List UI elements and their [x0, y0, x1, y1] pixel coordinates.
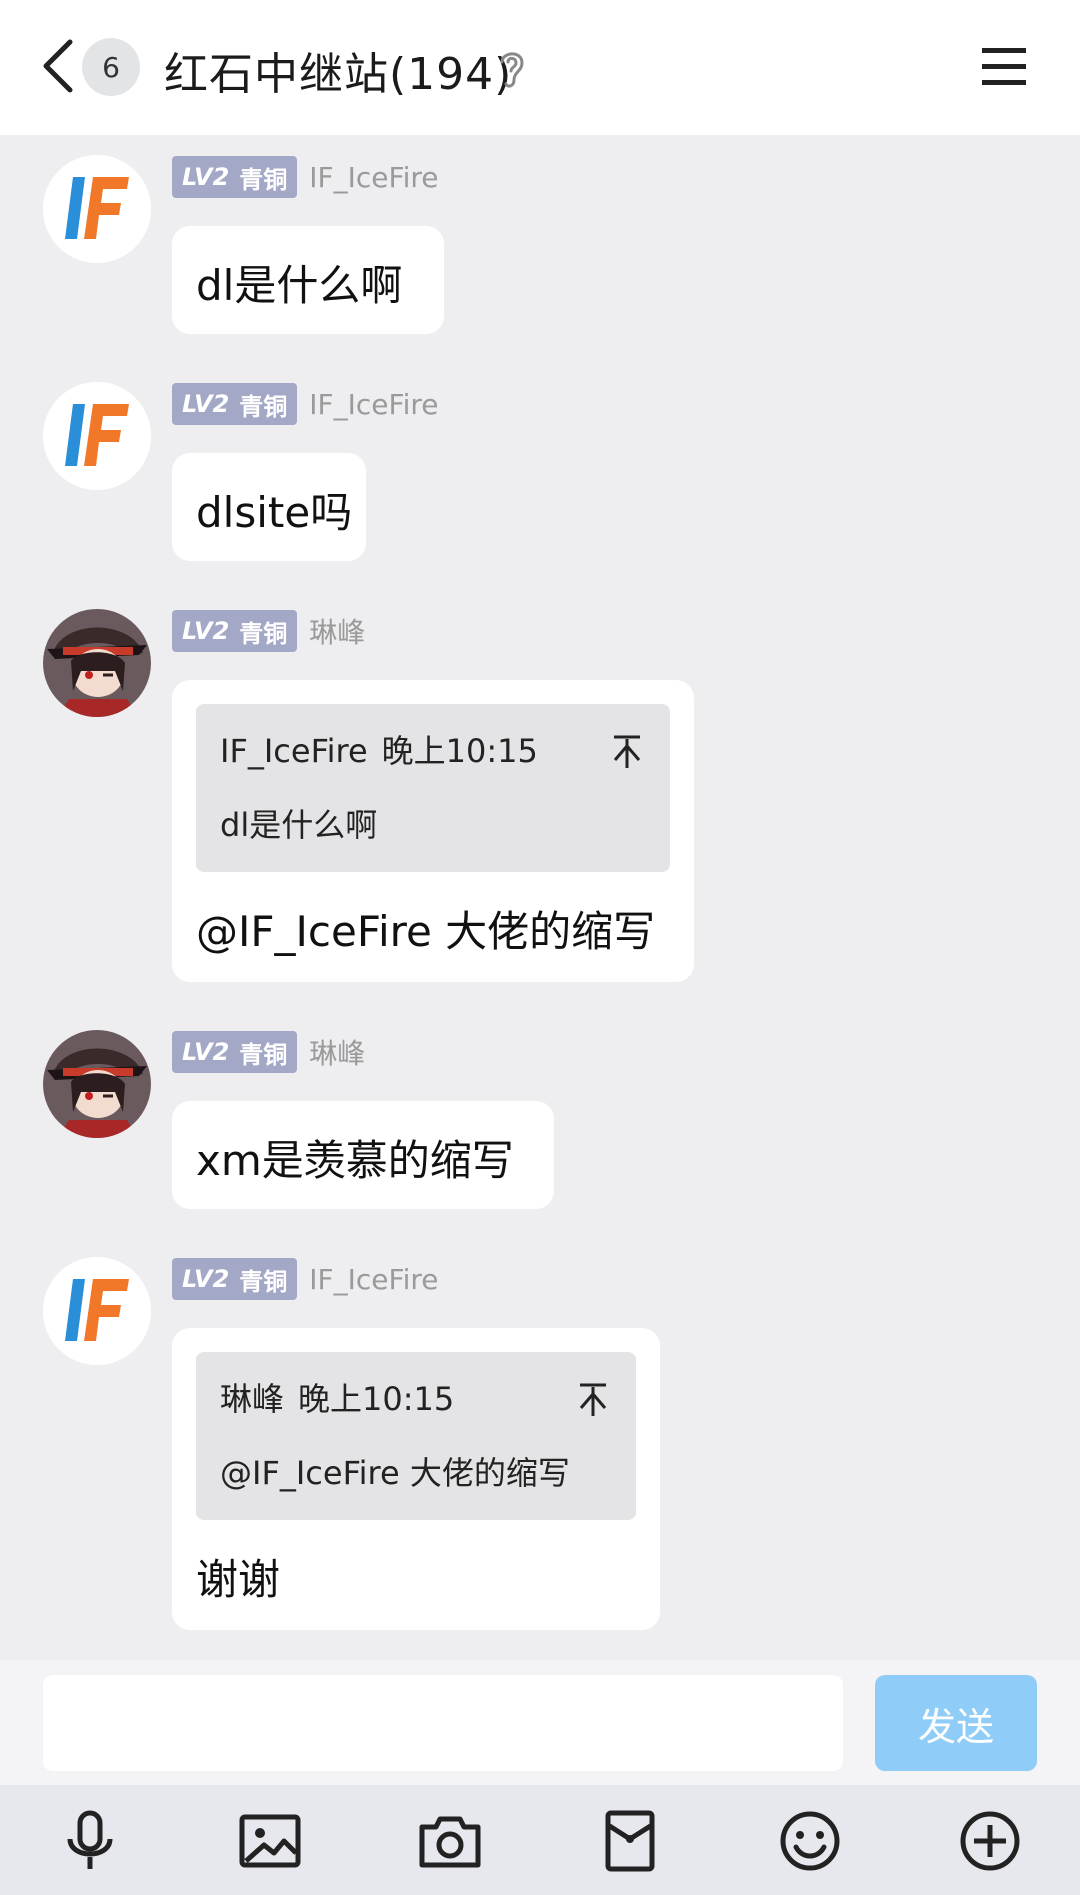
- message-bubble[interactable]: xm是羡慕的缩写: [172, 1101, 554, 1209]
- if-logo-icon: [43, 155, 151, 263]
- message-list[interactable]: LV2 青铜 IF_IceFire dl是什么啊 LV2 青铜 IF_IceFi…: [0, 135, 1080, 1660]
- quote-text: dl是什么啊: [220, 806, 378, 844]
- quote-sender: IF_IceFire: [220, 732, 368, 770]
- message-text: @IF_IceFire 大佬的缩写: [196, 907, 656, 956]
- anime-girl-avatar-icon: [43, 1030, 151, 1138]
- level-badge: LV2 青铜: [172, 156, 298, 198]
- message-input[interactable]: [43, 1675, 843, 1771]
- jump-to-message-icon[interactable]: [578, 1382, 608, 1418]
- if-logo-icon: [43, 1257, 151, 1365]
- back-arrow-icon[interactable]: [38, 36, 78, 96]
- message-text: dl是什么啊: [196, 261, 403, 310]
- chat-header: 6 红石中继站(194): [0, 0, 1080, 135]
- avatar[interactable]: [43, 1030, 151, 1138]
- red-envelope-icon[interactable]: [598, 1809, 662, 1873]
- send-button[interactable]: 发送: [875, 1675, 1037, 1771]
- emoji-icon[interactable]: [778, 1809, 842, 1873]
- avatar[interactable]: [43, 1257, 151, 1365]
- message-bubble[interactable]: IF_IceFire 晚上10:15 dl是什么啊 @IF_IceFire 大佬的…: [172, 680, 694, 982]
- sender-name[interactable]: IF_IceFire: [309, 1263, 438, 1296]
- sender-name[interactable]: IF_IceFire: [309, 161, 438, 194]
- jump-to-message-icon[interactable]: [612, 734, 642, 770]
- microphone-icon[interactable]: [58, 1809, 122, 1873]
- quote-time: 晚上10:15: [298, 1380, 455, 1418]
- quoted-message[interactable]: 琳峰 晚上10:15 @IF_IceFire 大佬的缩写: [196, 1352, 636, 1520]
- if-logo-icon: [43, 382, 151, 490]
- avatar[interactable]: [43, 155, 151, 263]
- plus-icon[interactable]: [958, 1809, 1022, 1873]
- sender-name[interactable]: 琳峰: [309, 611, 365, 651]
- quote-sender: 琳峰: [220, 1380, 285, 1418]
- unread-count-badge[interactable]: 6: [82, 38, 140, 96]
- chat-title: 红石中继站(194): [164, 49, 513, 100]
- camera-icon[interactable]: [418, 1809, 482, 1873]
- message-text: xm是羡慕的缩写: [196, 1136, 514, 1185]
- level-badge: LV2 青铜: [172, 1258, 298, 1300]
- message-bubble[interactable]: dlsite吗: [172, 453, 366, 561]
- sender-name[interactable]: 琳峰: [309, 1032, 365, 1072]
- ear-icon[interactable]: [496, 46, 528, 90]
- level-badge: LV2 青铜: [172, 610, 298, 652]
- level-badge: LV2 青铜: [172, 1031, 298, 1073]
- message-bubble[interactable]: dl是什么啊: [172, 226, 444, 334]
- image-icon[interactable]: [238, 1809, 302, 1873]
- avatar[interactable]: [43, 382, 151, 490]
- quote-time: 晚上10:15: [381, 732, 538, 770]
- menu-icon[interactable]: [980, 46, 1028, 88]
- message-bubble[interactable]: 琳峰 晚上10:15 @IF_IceFire 大佬的缩写 谢谢: [172, 1328, 660, 1630]
- quote-text: @IF_IceFire 大佬的缩写: [220, 1454, 570, 1492]
- message-text: 谢谢: [196, 1555, 281, 1604]
- bottom-toolbar: [0, 1785, 1080, 1895]
- input-bar: 发送: [0, 1660, 1080, 1785]
- avatar[interactable]: [43, 609, 151, 717]
- quoted-message[interactable]: IF_IceFire 晚上10:15 dl是什么啊: [196, 704, 670, 872]
- anime-girl-avatar-icon: [43, 609, 151, 717]
- message-text: dlsite吗: [196, 488, 353, 537]
- sender-name[interactable]: IF_IceFire: [309, 388, 438, 421]
- level-badge: LV2 青铜: [172, 383, 298, 425]
